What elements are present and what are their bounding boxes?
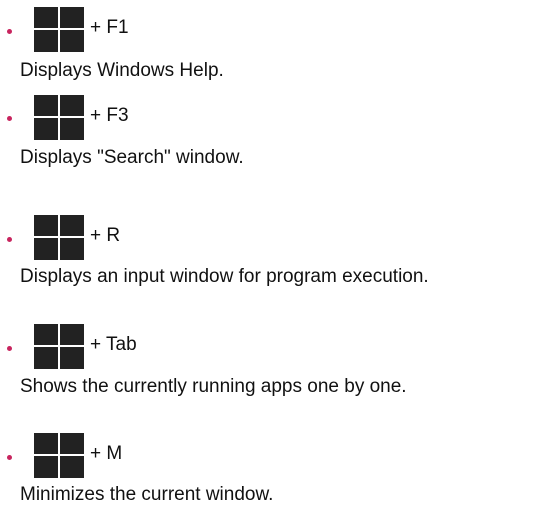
windows-logo-icon [34,7,84,52]
shortcut-description: Displays "Search" window. [20,147,244,168]
bullet-icon [7,237,12,242]
bullet-icon [7,346,12,351]
shortcut-item-r: + R Displays an input window for program… [0,196,534,296]
shortcut-item-tab: + Tab Shows the currently running apps o… [0,305,534,405]
shortcut-list: + F1 Displays Windows Help. + F3 Display… [0,0,534,517]
shortcut-key: + M [90,443,123,464]
shortcut-description: Displays an input window for program exe… [20,266,429,287]
shortcut-item-f3: + F3 Displays "Search" window. [0,88,534,188]
shortcut-item-m: + M Minimizes the current window. [0,414,534,514]
shortcut-description: Minimizes the current window. [20,484,274,505]
bullet-icon [7,455,12,460]
shortcut-key: + F1 [90,17,129,38]
shortcut-description: Shows the currently running apps one by … [20,376,407,397]
shortcut-item-f1: + F1 Displays Windows Help. [0,0,534,90]
windows-logo-icon [34,324,84,369]
bullet-icon [7,29,12,34]
shortcut-description: Displays Windows Help. [20,60,224,81]
shortcut-key: + F3 [90,105,129,126]
windows-logo-icon [34,95,84,140]
windows-logo-icon [34,215,84,260]
windows-logo-icon [34,433,84,478]
shortcut-key: + Tab [90,334,137,355]
bullet-icon [7,116,12,121]
shortcut-key: + R [90,225,121,246]
